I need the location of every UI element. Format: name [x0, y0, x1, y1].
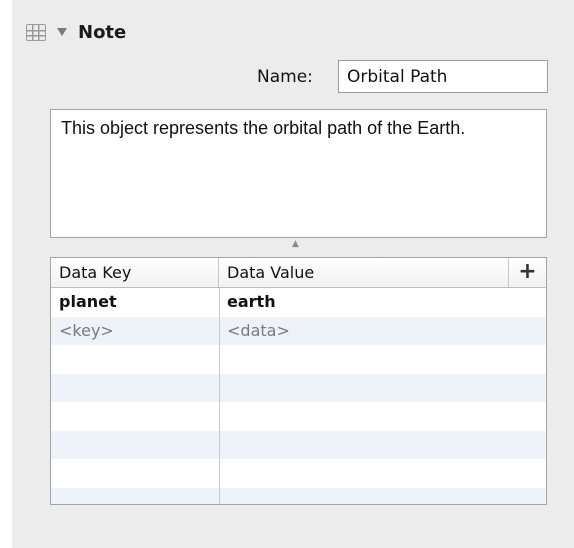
table-row[interactable] [51, 487, 546, 504]
column-header-data-key[interactable]: Data Key [51, 258, 219, 287]
table-row[interactable] [51, 430, 546, 459]
data-value-placeholder-cell[interactable]: <data> [219, 317, 546, 346]
name-label: Name: [257, 67, 313, 87]
section-title: Note [78, 21, 127, 43]
inspector-panel: Note Name: This object represents the or… [12, 0, 574, 548]
data-key-placeholder-cell[interactable]: <key> [51, 317, 219, 346]
table-row[interactable] [51, 345, 546, 374]
data-key-cell[interactable]: planet [51, 288, 219, 317]
table-rows: planet earth <key> <data> [51, 288, 546, 504]
resize-grip-icon[interactable]: ▲ [292, 239, 299, 249]
name-input[interactable] [338, 60, 548, 93]
disclosure-triangle-down-icon[interactable] [57, 28, 67, 36]
table-grid-icon [26, 23, 46, 41]
note-section-header[interactable]: Note [26, 20, 126, 44]
table-row[interactable]: <key> <data> [51, 316, 546, 346]
add-row-button[interactable]: + [509, 258, 546, 287]
table-row[interactable]: planet earth [51, 288, 546, 317]
data-table: Data Key Data Value + planet earth <key>… [50, 257, 547, 505]
table-row[interactable] [51, 373, 546, 402]
note-text-area[interactable]: This object represents the orbital path … [50, 109, 547, 238]
table-row[interactable] [51, 459, 546, 488]
column-header-data-value[interactable]: Data Value [219, 258, 509, 287]
column-divider[interactable] [219, 288, 220, 504]
table-header: Data Key Data Value + [51, 258, 546, 288]
table-row[interactable] [51, 402, 546, 431]
data-value-cell[interactable]: earth [219, 288, 546, 317]
